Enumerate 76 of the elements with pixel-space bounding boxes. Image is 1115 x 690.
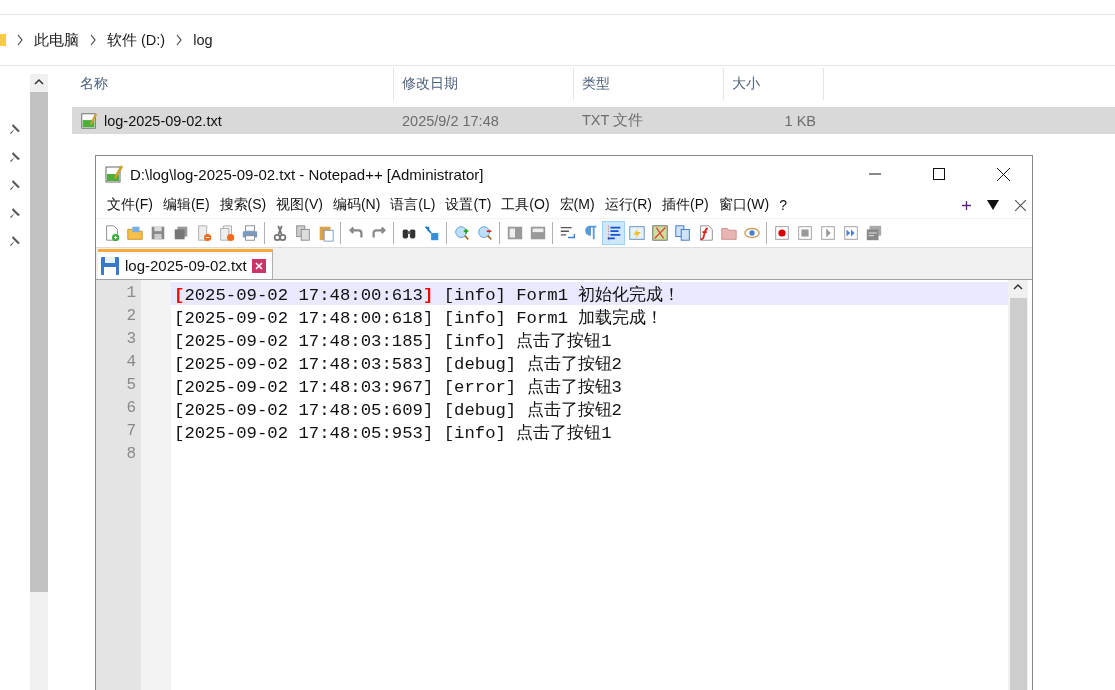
menu-item[interactable]: 编码(N) xyxy=(327,196,386,214)
column-header[interactable]: 类型 xyxy=(574,68,724,100)
record-icon xyxy=(772,224,791,242)
menu-item[interactable]: 编辑(E) xyxy=(157,196,215,214)
menu-item[interactable]: 窗口(W) xyxy=(713,196,775,214)
scrollbar-thumb[interactable] xyxy=(30,92,48,592)
line-number: 8 xyxy=(125,444,137,465)
line-number: 4 xyxy=(125,352,137,373)
code-line: [2025-09-02 17:48:03:185] [info] 点击了按钮1 xyxy=(174,330,612,352)
menu-item[interactable]: 语言(L) xyxy=(385,196,441,214)
documents-close-icon xyxy=(217,224,236,242)
menu-item[interactable]: 设置(T) xyxy=(440,196,497,214)
zoom-out-icon xyxy=(475,224,494,242)
copy-icon xyxy=(293,224,312,242)
pin-icon[interactable] xyxy=(8,150,22,164)
zoom-in-icon xyxy=(452,224,471,242)
window-title: D:\log\log-2025-09-02.txt - Notepad++ [Administrator] xyxy=(130,165,485,183)
code-line: [2025-09-02 17:48:03:967] [error] 点击了按钮3 xyxy=(174,376,622,398)
map-icon xyxy=(650,224,669,242)
line-number: 3 xyxy=(125,329,137,350)
documents-icon xyxy=(673,224,692,242)
maximize-icon xyxy=(933,168,945,180)
file-name: log-2025-09-02.txt xyxy=(104,112,222,129)
code-line: [2025-09-02 17:48:05:953] [info] 点击了按钮1 xyxy=(174,422,612,444)
breadcrumb-item[interactable]: 软件 (D:) xyxy=(107,30,166,50)
replace-icon xyxy=(422,224,441,242)
menu-item[interactable]: 搜索(S) xyxy=(214,196,272,214)
stop-icon xyxy=(795,224,814,242)
plus-icon[interactable] xyxy=(962,200,971,210)
macro-list-icon xyxy=(864,224,883,242)
column-header[interactable]: 修改日期 xyxy=(394,68,574,100)
code-line: [2025-09-02 17:48:00:618] [info] Form1 加载完成！ xyxy=(174,307,664,329)
play-icon xyxy=(818,224,837,242)
pin-icon[interactable] xyxy=(8,178,22,192)
chevron-right-icon xyxy=(89,34,97,46)
menu-item[interactable]: 运行(R) xyxy=(599,196,657,214)
line-number: 7 xyxy=(125,421,137,442)
line-number: 6 xyxy=(125,398,137,419)
line-number: 1 xyxy=(125,283,137,304)
dropdown-icon[interactable] xyxy=(987,200,999,210)
notepad-file-icon xyxy=(80,111,98,130)
menu-item[interactable]: 文件(F) xyxy=(102,196,158,214)
menu-item[interactable]: 视图(V) xyxy=(271,196,328,214)
file-tab[interactable]: log-2025-09-02.txt xyxy=(98,249,273,279)
modified-date: 2025/9/2 17:48 xyxy=(402,112,499,129)
close-icon[interactable] xyxy=(1015,199,1026,211)
pin-icon[interactable] xyxy=(8,234,22,248)
fast-forward-icon xyxy=(841,224,860,242)
chevron-right-icon xyxy=(175,34,184,46)
lightning-icon xyxy=(627,224,646,242)
menu-item[interactable]: 插件(P) xyxy=(657,196,714,214)
column-header[interactable]: 大小 xyxy=(724,68,824,100)
toolbar-button[interactable] xyxy=(602,221,625,245)
chevron-right-icon xyxy=(16,34,24,46)
close-icon xyxy=(996,167,1010,181)
printer-icon xyxy=(240,224,259,242)
pin-icon[interactable] xyxy=(8,206,22,220)
code-line: [2025-09-02 17:48:03:583] [debug] 点击了按钮2 xyxy=(174,353,622,375)
close-tab-icon[interactable] xyxy=(251,258,266,273)
notepad-icon xyxy=(104,164,124,184)
split-window-icon xyxy=(505,224,524,242)
line-number: 2 xyxy=(125,306,137,327)
menu-item[interactable]: 宏(M) xyxy=(554,196,600,214)
code-line: [2025-09-02 17:48:00:613] [info] Form1 初始化完成！ xyxy=(174,284,681,306)
menu-item[interactable]: 工具(O) xyxy=(496,196,555,214)
breadcrumb-item[interactable]: 此电脑 xyxy=(34,30,79,50)
menu-item[interactable]: ? xyxy=(774,197,793,213)
pin-icon[interactable] xyxy=(8,122,22,136)
file-type: TXT 文件 xyxy=(582,111,644,130)
line-number: 5 xyxy=(125,375,137,396)
column-header[interactable]: 名称 xyxy=(72,68,394,100)
file-row[interactable]: log-2025-09-02.txt 2025/9/2 17:48 TXT 文件 1 KB xyxy=(72,107,1115,134)
breadcrumb-item[interactable]: log xyxy=(193,32,213,48)
code-line: [2025-09-02 17:48:05:609] [debug] 点击了按钮2 xyxy=(174,399,622,421)
split-window-icon xyxy=(528,224,547,242)
file-size: 1 KB xyxy=(784,112,816,129)
